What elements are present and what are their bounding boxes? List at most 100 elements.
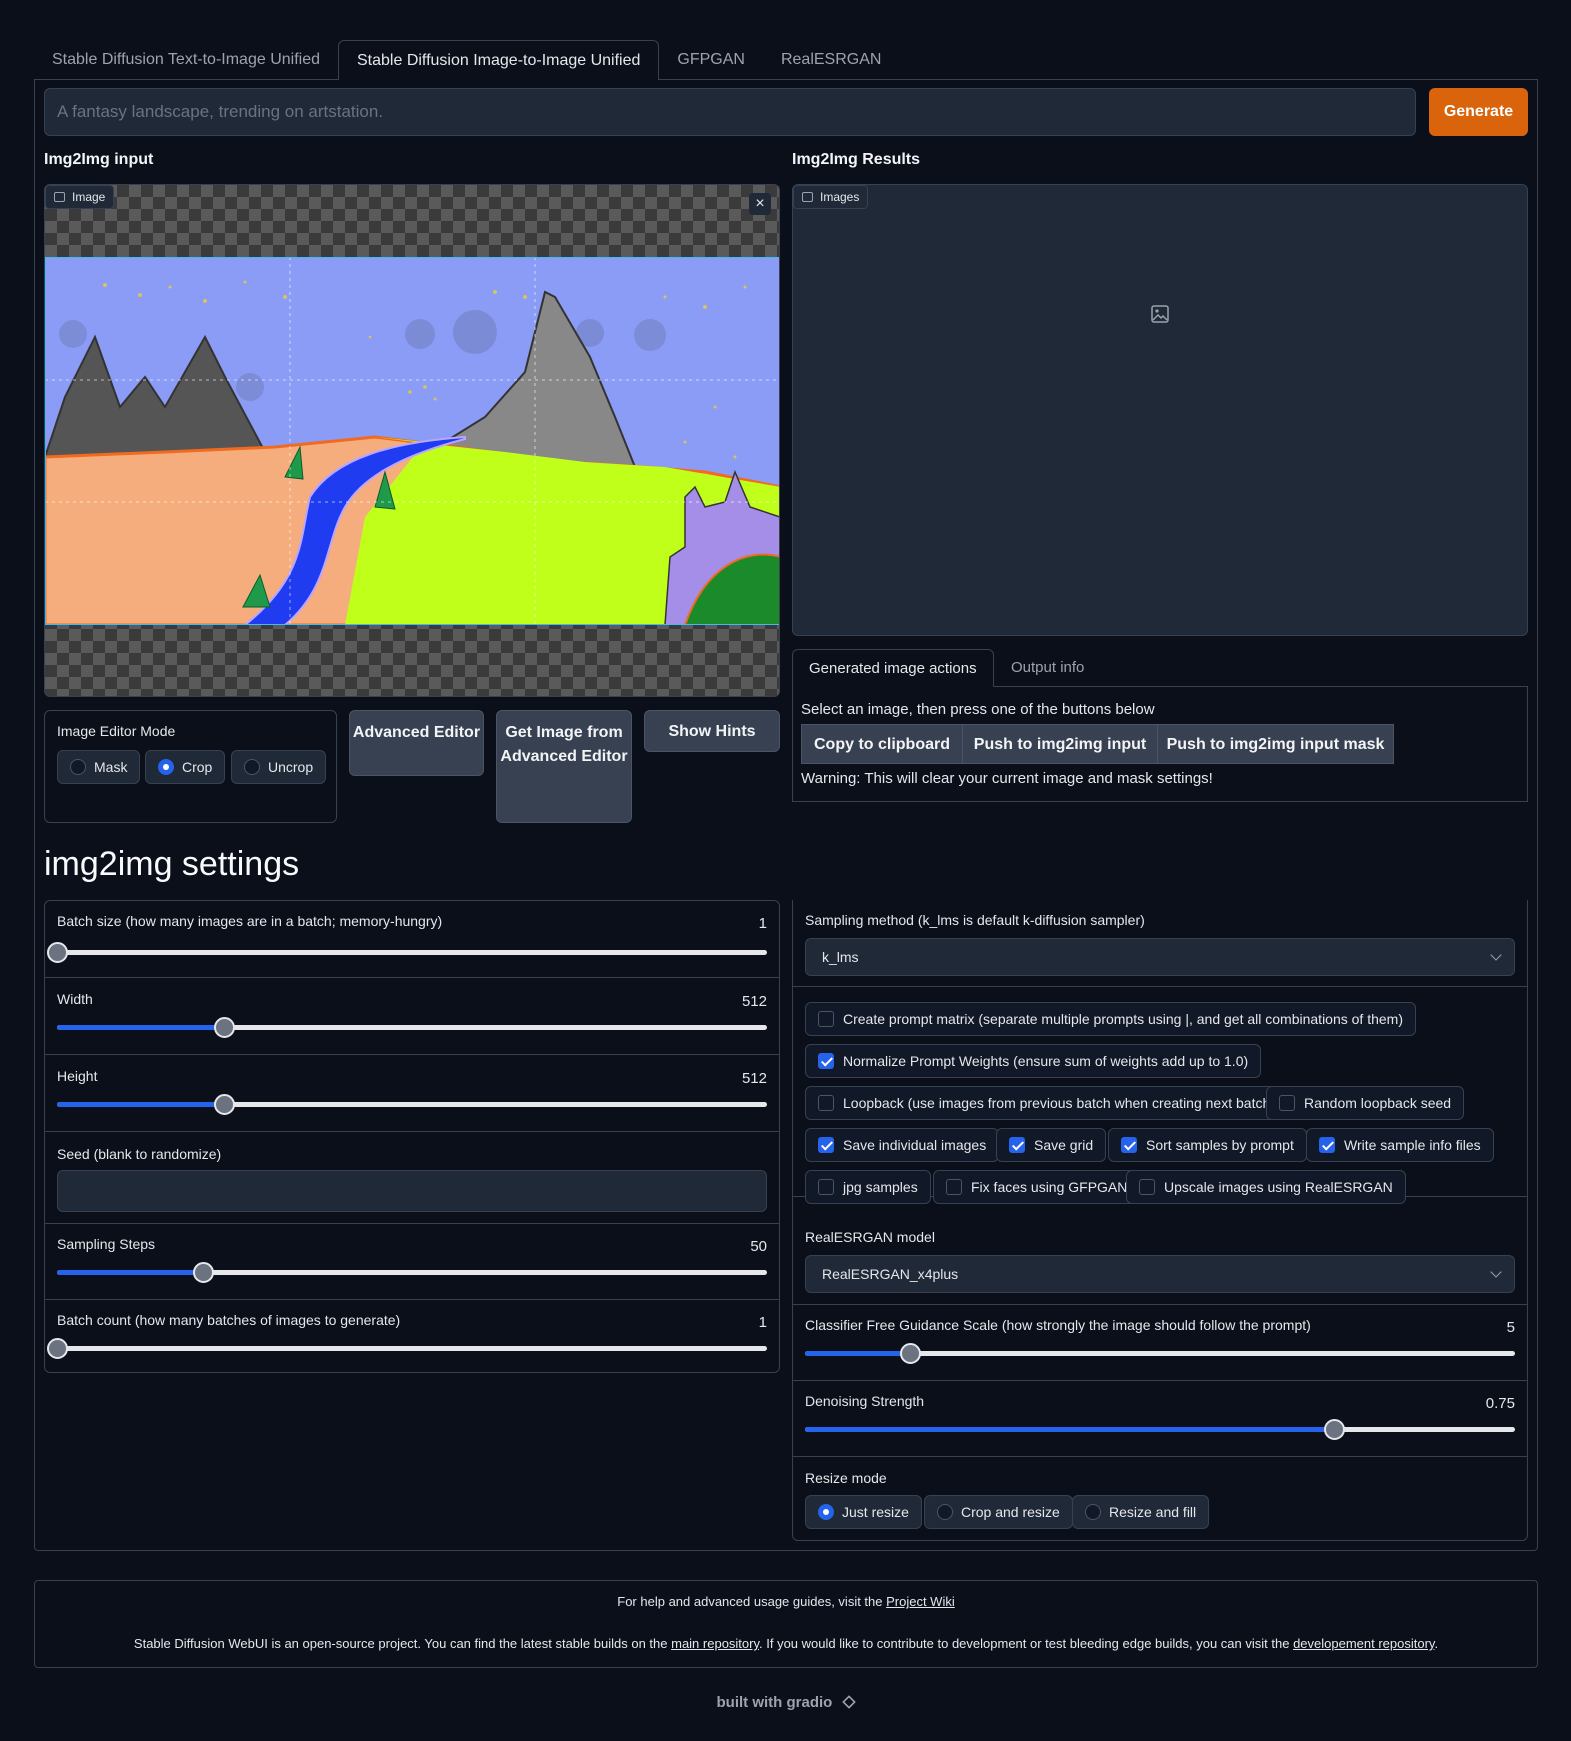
settings-title: img2img settings (44, 845, 300, 883)
tab-gfpgan[interactable]: GFPGAN (659, 40, 763, 80)
built-with-gradio[interactable]: built with gradio (0, 1694, 1571, 1711)
check-label: Create prompt matrix (separate multiple … (843, 1011, 1403, 1027)
slider-thumb[interactable] (192, 1262, 214, 1283)
radio-dot (244, 759, 260, 775)
width-slider[interactable] (57, 1017, 767, 1038)
check-save-grid[interactable]: Save grid (996, 1128, 1107, 1162)
radio-dot (1085, 1504, 1101, 1520)
chevron-down-icon (1490, 1266, 1502, 1278)
sampler-select[interactable]: k_lms (805, 938, 1515, 976)
check-save-individual[interactable]: Save individual images (805, 1128, 1000, 1162)
footer-text: . If you would like to contribute to dev… (759, 1636, 1294, 1651)
slider-fill (805, 1427, 1334, 1432)
check-normalize-weights[interactable]: Normalize Prompt Weights (ensure sum of … (805, 1044, 1262, 1078)
radio-dot-selected (818, 1504, 834, 1520)
tab-img2img[interactable]: Stable Diffusion Image-to-Image Unified (338, 40, 660, 80)
slider-thumb[interactable] (213, 1017, 235, 1038)
footer-line-1: For help and advanced usage guides, visi… (35, 1594, 1537, 1609)
slider-thumb[interactable] (900, 1343, 922, 1364)
checkbox (818, 1011, 834, 1027)
footer: For help and advanced usage guides, visi… (34, 1580, 1538, 1668)
check-prompt-matrix[interactable]: Create prompt matrix (separate multiple … (805, 1002, 1416, 1036)
cfg-scale-value: 5 (1506, 1319, 1515, 1336)
options-checkboxes: Create prompt matrix (separate multiple … (793, 987, 1527, 1204)
generate-button[interactable]: Generate (1429, 88, 1528, 136)
get-image-button[interactable]: Get Image from Advanced Editor (496, 710, 632, 823)
check-loopback[interactable]: Loopback (use images from previous batch… (805, 1086, 1288, 1120)
development-repository-link[interactable]: developement repository (1293, 1636, 1434, 1651)
check-sort-samples[interactable]: Sort samples by prompt (1108, 1128, 1307, 1162)
resize-just-resize-radio[interactable]: Just resize (805, 1495, 922, 1529)
main-tabs: Stable Diffusion Text-to-Image Unified S… (34, 40, 899, 80)
cfg-scale-slider[interactable] (805, 1343, 1515, 1364)
push-to-img2img-mask-button[interactable]: Push to img2img input mask (1157, 724, 1394, 764)
slider-fill (57, 1102, 224, 1107)
tab-realesrgan[interactable]: RealESRGAN (763, 40, 899, 80)
batch-size-label: Batch size (how many images are in a bat… (57, 913, 443, 929)
mode-uncrop-radio[interactable]: Uncrop (231, 750, 327, 784)
seed-setting: Seed (blank to randomize) (45, 1132, 779, 1224)
slider-thumb[interactable] (47, 1338, 68, 1359)
checkbox (818, 1179, 834, 1195)
checkbox (818, 1053, 834, 1069)
tab-txt2img[interactable]: Stable Diffusion Text-to-Image Unified (34, 40, 338, 80)
denoising-label: Denoising Strength (805, 1393, 925, 1409)
push-to-img2img-input-button[interactable]: Push to img2img input (962, 724, 1158, 764)
batch-count-slider[interactable] (47, 1338, 767, 1359)
sampling-steps-slider[interactable] (57, 1262, 767, 1283)
check-write-info[interactable]: Write sample info files (1306, 1128, 1494, 1162)
image-input-panel[interactable]: Image × (44, 184, 780, 697)
mode-mask-radio[interactable]: Mask (57, 750, 141, 784)
check-gfpgan[interactable]: Fix faces using GFPGAN (933, 1170, 1141, 1204)
mode-crop-radio[interactable]: Crop (145, 750, 226, 784)
slider-thumb[interactable] (213, 1094, 235, 1115)
check-jpg-samples[interactable]: jpg samples (805, 1170, 931, 1204)
right-settings: Sampling method (k_lms is default k-diff… (792, 900, 1528, 1541)
tab-output-info[interactable]: Output info (995, 649, 1100, 687)
resize-and-fill-radio[interactable]: Resize and fill (1072, 1495, 1210, 1529)
slider-thumb[interactable] (1323, 1419, 1345, 1440)
denoising-slider[interactable] (805, 1419, 1515, 1440)
prompt-input[interactable]: A fantasy landscape, trending on artstat… (44, 88, 1416, 136)
main-repository-link[interactable]: main repository (671, 1636, 759, 1651)
images-badge-label: Images (820, 190, 860, 204)
seed-label: Seed (blank to randomize) (57, 1146, 222, 1162)
slider-thumb[interactable] (47, 942, 68, 963)
footer-line-2: Stable Diffusion WebUI is an open-source… (35, 1636, 1537, 1651)
resize-option-label: Crop and resize (961, 1504, 1060, 1520)
empty-image-icon (1151, 305, 1169, 323)
chevron-down-icon (1490, 949, 1502, 961)
esrgan-model-select[interactable]: RealESRGAN_x4plus (805, 1255, 1515, 1293)
resize-crop-and-resize-radio[interactable]: Crop and resize (924, 1495, 1073, 1529)
actions-instruction: Select an image, then press one of the b… (801, 701, 1155, 718)
footer-text: For help and advanced usage guides, visi… (617, 1594, 887, 1609)
batch-count-setting: Batch count (how many batches of images … (45, 1300, 779, 1372)
seed-input[interactable] (57, 1170, 767, 1212)
tab-generated-image-actions[interactable]: Generated image actions (792, 649, 994, 687)
actions-warning: Warning: This will clear your current im… (801, 770, 1213, 787)
drawn-landscape-image (45, 257, 779, 625)
checkbox (1319, 1137, 1335, 1153)
advanced-editor-button[interactable]: Advanced Editor (349, 710, 484, 776)
sampling-steps-label: Sampling Steps (57, 1236, 156, 1252)
height-slider[interactable] (57, 1094, 767, 1115)
sampler-label: Sampling method (k_lms is default k-diff… (805, 912, 1145, 928)
resize-option-label: Just resize (842, 1504, 909, 1520)
check-random-loopback-seed[interactable]: Random loopback seed (1266, 1086, 1465, 1120)
sampling-steps-value: 50 (750, 1238, 767, 1255)
close-icon[interactable]: × (749, 193, 771, 215)
check-label: Loopback (use images from previous batch… (843, 1095, 1275, 1111)
project-wiki-link[interactable]: Project Wiki (886, 1594, 955, 1609)
image-badge-label: Image (72, 190, 106, 204)
input-title: Img2Img input (44, 151, 154, 168)
check-realesrgan[interactable]: Upscale images using RealESRGAN (1126, 1170, 1406, 1204)
batch-count-value: 1 (758, 1314, 767, 1331)
footer-text: . (1434, 1636, 1439, 1651)
show-hints-button[interactable]: Show Hints (644, 710, 780, 752)
image-badge: Image (45, 185, 115, 209)
batch-size-setting: Batch size (how many images are in a bat… (45, 901, 779, 978)
check-label: Sort samples by prompt (1146, 1137, 1294, 1153)
copy-to-clipboard-button[interactable]: Copy to clipboard (801, 724, 963, 764)
batch-size-slider[interactable] (47, 942, 767, 963)
images-badge: Images (793, 185, 869, 209)
